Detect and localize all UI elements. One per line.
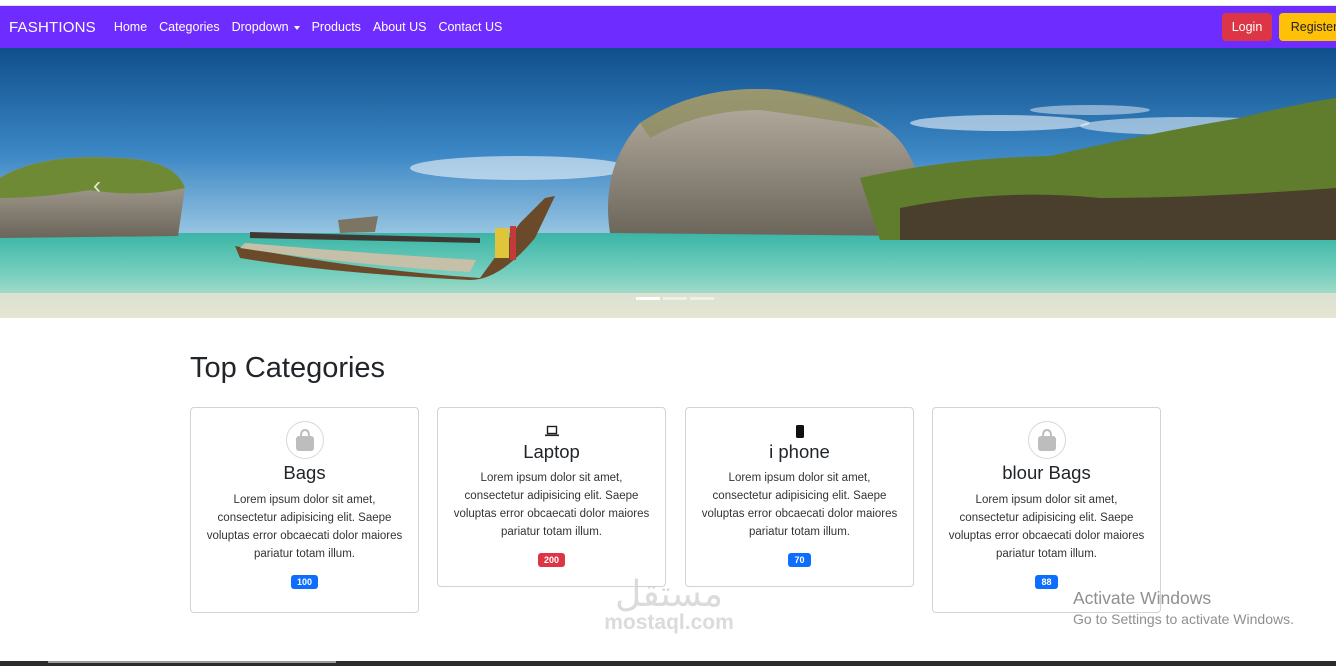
count-badge: 200 [537,553,566,567]
carousel-prev-icon[interactable]: ‹ [93,172,101,200]
activate-windows-subtitle: Go to Settings to activate Windows. [1073,611,1294,627]
carousel-indicator[interactable] [690,297,714,300]
carousel-indicators [636,297,714,300]
card-title: Laptop [523,441,580,462]
mostaql-watermark: مستقل mostaql.com [584,575,754,635]
carousel-image [0,48,1336,318]
carousel-indicator[interactable] [663,297,687,300]
nav-about[interactable]: About US [373,20,427,34]
nav-dropdown[interactable]: Dropdown [232,20,300,34]
caret-down-icon [293,25,300,30]
count-badge: 100 [290,575,319,589]
bag-icon [285,421,324,459]
brand-logo[interactable]: FASHTIONS [9,19,96,36]
taskbar-highlight [48,661,336,663]
taskbar-edge [0,661,1336,666]
card-description: Lorem ipsum dolor sit amet, consectetur … [453,472,650,538]
navbar: FASHTIONS Home Categories Dropdown Produ… [0,6,1336,48]
phone-icon [686,425,913,439]
activate-windows-title: Activate Windows [1073,588,1212,608]
bag-icon [1027,421,1066,459]
card-title: Bags [283,462,326,483]
category-card[interactable]: blour Bags Lorem ipsum dolor sit amet, c… [932,407,1161,613]
carousel-indicator[interactable] [636,297,660,300]
login-button[interactable]: Login [1222,13,1272,41]
count-badge: 70 [788,553,811,567]
card-title: blour Bags [1002,462,1091,483]
nav-categories[interactable]: Categories [159,20,219,34]
count-badge: 88 [1035,575,1058,589]
activate-windows-notice: Activate Windows Go to Settings to activ… [1073,588,1294,627]
category-card[interactable]: i phone Lorem ipsum dolor sit amet, cons… [685,407,914,587]
card-description: Lorem ipsum dolor sit amet, consectetur … [948,494,1145,560]
nav-home[interactable]: Home [114,20,147,34]
card-title: i phone [769,441,830,462]
category-card[interactable]: Bags Lorem ipsum dolor sit amet, consect… [190,407,419,613]
category-card[interactable]: Laptop Lorem ipsum dolor sit amet, conse… [437,407,666,587]
nav-products[interactable]: Products [312,20,361,34]
watermark-latin: mostaql.com [604,611,734,634]
nav-contact[interactable]: Contact US [438,20,502,34]
card-description: Lorem ipsum dolor sit amet, consectetur … [701,472,898,538]
section-title: Top Categories [190,352,386,384]
nav-links: Home Categories Dropdown Products About … [114,20,515,34]
nav-dropdown-label: Dropdown [231,20,289,34]
hero-carousel: ‹ [0,48,1336,318]
laptop-icon [438,425,665,439]
register-button[interactable]: Register [1279,13,1336,41]
watermark-arabic: مستقل [615,574,723,615]
card-description: Lorem ipsum dolor sit amet, consectetur … [206,494,403,560]
